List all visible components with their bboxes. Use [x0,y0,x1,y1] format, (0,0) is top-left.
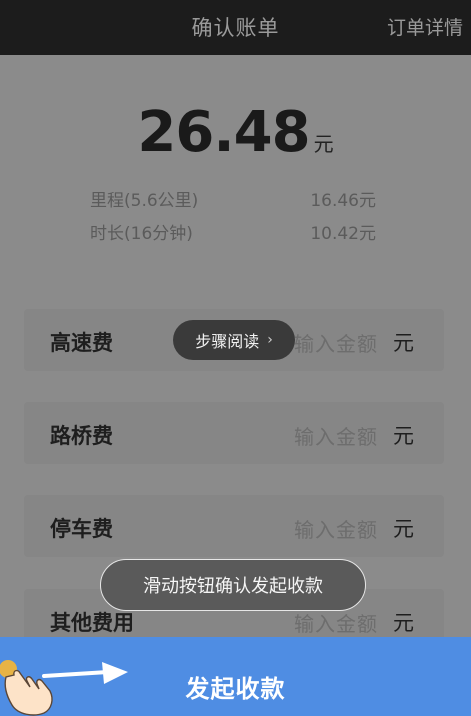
toll-fee-label: 高速费 [50,331,113,355]
total-amount-value: 26.48 [137,100,310,165]
bridge-fee-label: 路桥费 [50,424,113,448]
parking-fee-unit: 元 [393,517,414,541]
parking-fee-input[interactable]: 输入金额 [294,514,378,543]
mileage-value: 16.46元 [310,191,376,211]
order-detail-link[interactable]: 订单详情 [387,13,463,40]
duration-label: 时长(16分钟) [90,224,193,244]
swipe-hint-tooltip: 滑动按钮确认发起收款 [100,559,366,611]
total-amount-unit: 元 [313,132,334,156]
duration-fee-line: 时长(16分钟) 10.42元 [90,219,380,245]
other-fee-unit: 元 [393,611,414,635]
parking-fee-row[interactable]: 停车费 输入金额 元 [24,495,444,557]
duration-value: 10.42元 [310,224,376,244]
bridge-fee-unit: 元 [393,424,414,448]
parking-fee-label: 停车费 [50,517,113,541]
toll-fee-input[interactable]: 输入金额 [294,328,378,357]
mileage-fee-line: 里程(5.6公里) 16.46元 [90,186,380,212]
top-bar: 确认账单 订单详情 [0,0,471,55]
toll-fee-unit: 元 [393,331,414,355]
other-fee-input[interactable]: 输入金额 [294,608,378,637]
chevron-right-icon: › [267,332,273,348]
bridge-fee-row[interactable]: 路桥费 输入金额 元 [24,402,444,464]
step-reading-label: 步骤阅读 [195,332,260,351]
mileage-label: 里程(5.6公里) [90,191,199,211]
pointing-hand-icon[interactable] [0,655,62,716]
step-reading-button[interactable]: 步骤阅读 › [173,320,295,360]
swipe-hint-text: 滑动按钮确认发起收款 [143,576,323,597]
total-amount: 26.48 元 [0,100,471,165]
other-fee-label: 其他费用 [50,611,134,635]
bridge-fee-input[interactable]: 输入金额 [294,421,378,450]
